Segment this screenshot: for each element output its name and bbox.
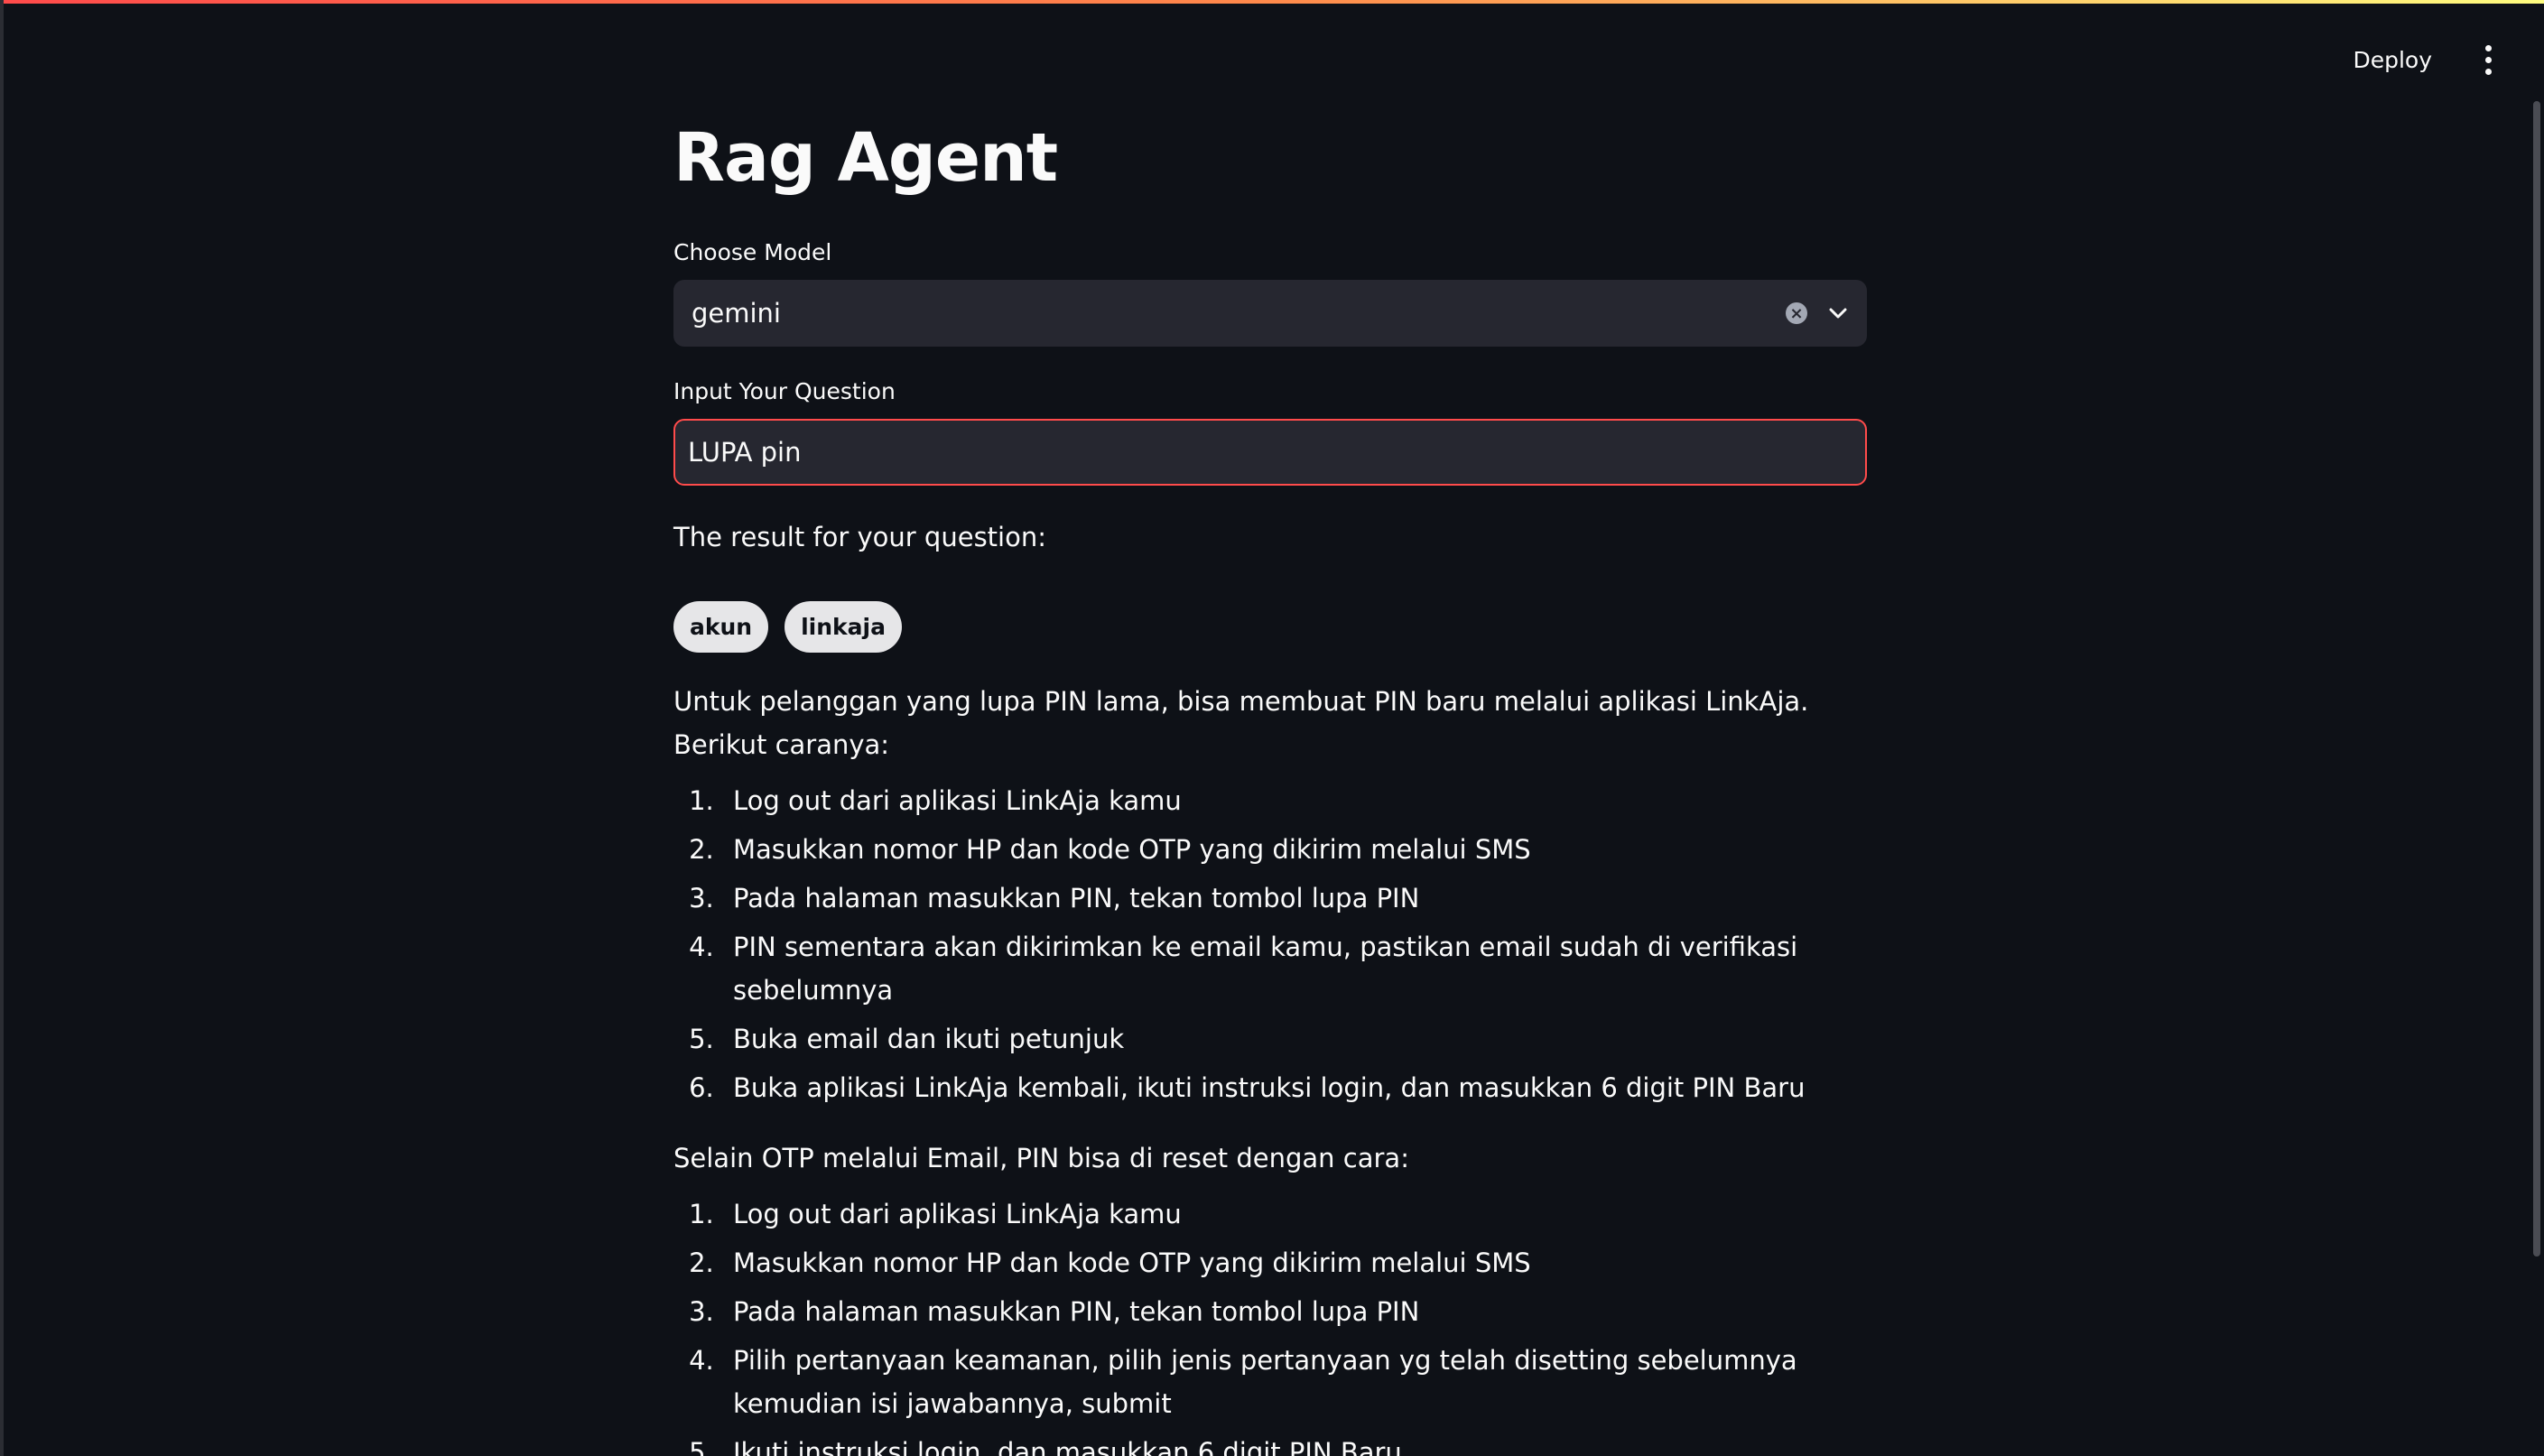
main-content: Rag Agent Choose Model gemini × Input Yo… <box>673 108 1867 1456</box>
list-item: PIN sementara akan dikirimkan ke email k… <box>722 925 1867 1012</box>
chevron-down-icon[interactable] <box>1827 302 1849 324</box>
model-select-value: gemini <box>692 298 781 329</box>
toolbar: Deploy <box>2335 36 2504 84</box>
list-item: Pada halaman masukkan PIN, tekan tombol … <box>722 1290 1867 1333</box>
answer-alt-intro: Selain OTP melalui Email, PIN bisa di re… <box>673 1143 1409 1173</box>
list-item: Log out dari aplikasi LinkAja kamu <box>722 1192 1867 1236</box>
list-item: Ikuti instruksi login, dan masukkan 6 di… <box>722 1431 1867 1456</box>
tag-akun[interactable]: akun <box>673 601 769 653</box>
result-heading: The result for your question: <box>673 522 1046 552</box>
email-steps-list: Log out dari aplikasi LinkAja kamu Masuk… <box>673 779 1867 1109</box>
list-item: Masukkan nomor HP dan kode OTP yang diki… <box>722 828 1867 871</box>
list-item: Buka email dan ikuti petunjuk <box>722 1017 1867 1061</box>
top-decoration-bar <box>4 0 2544 4</box>
clear-icon[interactable]: × <box>1786 302 1807 324</box>
page-title: Rag Agent <box>673 119 1058 197</box>
model-select[interactable]: gemini × <box>673 280 1867 347</box>
scrollbar[interactable] <box>2533 101 2540 1257</box>
list-item: Masukkan nomor HP dan kode OTP yang diki… <box>722 1241 1867 1284</box>
list-item: Log out dari aplikasi LinkAja kamu <box>722 779 1867 822</box>
list-item: Buka aplikasi LinkAja kembali, ikuti ins… <box>722 1066 1867 1109</box>
list-item: Pilih pertanyaan keamanan, pilih jenis p… <box>722 1339 1867 1425</box>
deploy-button[interactable]: Deploy <box>2335 36 2450 84</box>
list-item: Pada halaman masukkan PIN, tekan tombol … <box>722 876 1867 920</box>
more-vertical-icon[interactable] <box>2472 37 2504 84</box>
security-steps-list: Log out dari aplikasi LinkAja kamu Masuk… <box>673 1192 1867 1456</box>
app-window: Deploy Rag Agent Choose Model gemini × I… <box>0 0 2544 1456</box>
model-select-label: Choose Model <box>673 239 832 265</box>
question-input-label: Input Your Question <box>673 378 896 404</box>
tag-linkaja[interactable]: linkaja <box>785 601 902 653</box>
tag-list: akun linkaja <box>673 601 1867 653</box>
answer-intro: Untuk pelanggan yang lupa PIN lama, bisa… <box>673 686 1809 760</box>
question-input[interactable] <box>673 419 1867 486</box>
